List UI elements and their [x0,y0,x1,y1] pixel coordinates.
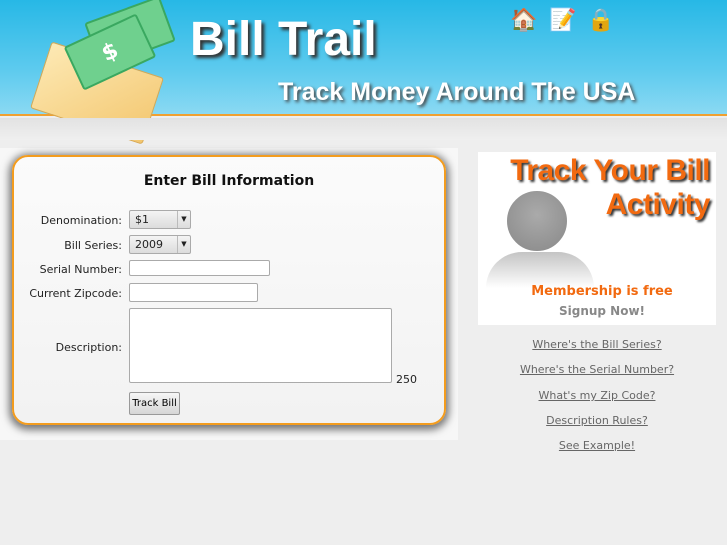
denomination-value: $1 [135,213,149,226]
description-label: Description: [55,341,122,354]
char-counter: 250 [396,373,417,386]
header-divider [0,118,727,140]
help-link-zip-code[interactable]: What's my Zip Code? [478,389,716,402]
denomination-label: Denomination: [40,214,122,227]
help-link-description-rules[interactable]: Description Rules? [478,414,716,427]
site-header: $ $ Bill Trail Track Money Around The US… [0,0,727,145]
home-icon[interactable]: 🏠 [510,8,538,38]
form-title: Enter Bill Information [143,173,315,189]
help-link-serial-number[interactable]: Where's the Serial Number? [478,363,716,376]
tagline: Track Money Around The USA [278,78,636,106]
promo-title: Track Your Bill Activity [510,154,710,222]
avatar-body-icon [486,252,594,288]
help-link-bill-series[interactable]: Where's the Bill Series? [478,338,716,351]
chevron-down-icon: ▼ [177,211,190,228]
membership-text: Membership is free [531,284,673,299]
series-value: 2009 [135,238,163,251]
denomination-select[interactable]: $1 ▼ [129,210,191,229]
promo-title-line1: Track Your Bill [510,154,710,187]
description-textarea[interactable] [129,308,392,383]
promo-title-line2: Activity [605,188,711,221]
site-title[interactable]: Bill Trail [190,12,377,67]
serial-label: Serial Number: [39,263,122,276]
lock-icon[interactable]: 🔒 [587,8,615,38]
signup-banner[interactable]: Track Your Bill Activity Membership is fr… [478,152,716,325]
edit-icon[interactable]: 📝 [549,8,577,38]
signup-link[interactable]: Signup Now! [478,304,716,318]
series-label: Bill Series: [64,239,122,252]
track-bill-button[interactable]: Track Bill [129,392,180,415]
serial-number-input[interactable] [129,260,270,276]
zipcode-input[interactable] [129,283,258,302]
chevron-down-icon: ▼ [177,236,190,253]
bill-form: Enter Bill Information Denomination: $1 ▼… [12,155,446,425]
series-select[interactable]: 2009 ▼ [129,235,191,254]
help-link-see-example[interactable]: See Example! [478,439,716,452]
zip-label: Current Zipcode: [29,287,122,300]
